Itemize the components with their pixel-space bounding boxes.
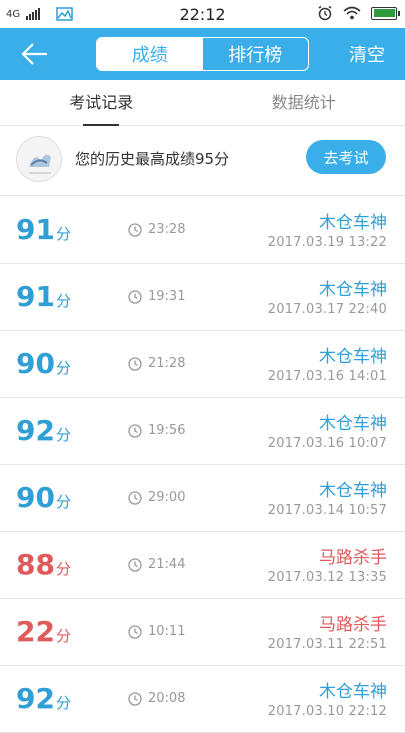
status-right <box>317 5 397 21</box>
clear-button[interactable]: 清空 <box>349 41 385 67</box>
score-unit: 分 <box>56 558 71 579</box>
record-duration: 20:08 <box>128 691 185 706</box>
tab-ranking[interactable]: 排行榜 <box>203 38 309 70</box>
record-date: 2017.03.16 14:01 <box>268 369 387 384</box>
record-duration: 21:44 <box>128 557 185 572</box>
avatar-image <box>17 137 62 182</box>
record-date: 2017.03.10 22:12 <box>268 704 387 719</box>
duration-value: 29:00 <box>148 490 185 505</box>
record-score: 91分 <box>16 280 71 313</box>
clock-icon <box>128 625 142 639</box>
score-value: 91 <box>16 280 55 313</box>
record-score: 91分 <box>16 213 71 246</box>
record-score: 92分 <box>16 682 71 715</box>
record-title: 马路杀手 <box>319 543 387 568</box>
record-duration: 19:56 <box>128 423 185 438</box>
record-title: 木仓车神 <box>319 409 387 434</box>
record-date: 2017.03.17 22:40 <box>268 302 387 317</box>
score-unit: 分 <box>56 290 71 311</box>
records-list: 91分23:28木仓车神2017.03.19 13:2291分19:31木仓车神… <box>0 197 405 733</box>
clock-icon <box>128 692 142 706</box>
record-score: 88分 <box>16 548 71 581</box>
record-date: 2017.03.16 10:07 <box>268 436 387 451</box>
best-score-text: 您的历史最高成绩95分 <box>75 148 229 169</box>
go-exam-button[interactable]: 去考试 <box>306 140 386 174</box>
record-duration: 10:11 <box>128 624 185 639</box>
segment-control: 成绩 排行榜 <box>96 37 309 71</box>
record-row[interactable]: 91分 19:31 木仓车神 2017.03.17 22:40 <box>0 264 405 331</box>
duration-value: 10:11 <box>148 624 185 639</box>
duration-value: 19:31 <box>148 289 185 304</box>
wifi-icon <box>343 6 361 20</box>
best-score-banner: 您的历史最高成绩95分 去考试 <box>0 126 405 196</box>
duration-value: 20:08 <box>148 691 185 706</box>
duration-value: 23:28 <box>148 222 185 237</box>
score-unit: 分 <box>56 625 71 646</box>
score-unit: 分 <box>56 692 71 713</box>
record-row[interactable]: 22分 10:11 马路杀手 2017.03.11 22:51 <box>0 599 405 666</box>
record-title: 木仓车神 <box>319 342 387 367</box>
record-title: 木仓车神 <box>319 208 387 233</box>
clock-icon <box>128 290 142 304</box>
record-title: 马路杀手 <box>319 610 387 635</box>
duration-value: 21:28 <box>148 356 185 371</box>
record-title: 木仓车神 <box>319 677 387 702</box>
duration-value: 21:44 <box>148 557 185 572</box>
battery-icon <box>371 7 397 20</box>
score-unit: 分 <box>56 424 71 445</box>
record-duration: 21:28 <box>128 356 185 371</box>
nav-bar: 成绩 排行榜 清空 <box>0 28 405 80</box>
clock-icon <box>128 491 142 505</box>
score-unit: 分 <box>56 223 71 244</box>
record-score: 22分 <box>16 615 71 648</box>
tab-scores[interactable]: 成绩 <box>97 38 203 70</box>
record-date: 2017.03.12 13:35 <box>268 570 387 585</box>
subtab-exam-records-label: 考试记录 <box>69 93 133 112</box>
score-unit: 分 <box>56 357 71 378</box>
record-row[interactable]: 92分 19:56 木仓车神 2017.03.16 10:07 <box>0 398 405 465</box>
record-score: 90分 <box>16 481 71 514</box>
subtab-statistics[interactable]: 数据统计 <box>203 80 405 125</box>
score-value: 22 <box>16 615 55 648</box>
record-row[interactable]: 91分 23:28 木仓车神 2017.03.19 13:22 <box>0 197 405 264</box>
subtab-statistics-label: 数据统计 <box>272 93 336 112</box>
score-value: 90 <box>16 347 55 380</box>
record-row[interactable]: 90分 21:28 木仓车神 2017.03.16 14:01 <box>0 331 405 398</box>
record-duration: 23:28 <box>128 222 185 237</box>
record-row[interactable]: 88分 21:44 马路杀手 2017.03.12 13:35 <box>0 532 405 599</box>
record-row[interactable]: 92分 20:08 木仓车神 2017.03.10 22:12 <box>0 666 405 733</box>
record-score: 92分 <box>16 414 71 447</box>
clock-icon <box>128 558 142 572</box>
score-unit: 分 <box>56 491 71 512</box>
record-date: 2017.03.19 13:22 <box>268 235 387 250</box>
record-date: 2017.03.14 10:57 <box>268 503 387 518</box>
back-arrow-icon[interactable] <box>20 40 50 68</box>
avatar[interactable] <box>16 136 62 182</box>
score-value: 91 <box>16 213 55 246</box>
record-title: 木仓车神 <box>319 476 387 501</box>
clock-icon <box>128 223 142 237</box>
status-bar: 4G 22:12 <box>0 0 405 28</box>
record-title: 木仓车神 <box>319 275 387 300</box>
record-date: 2017.03.11 22:51 <box>268 637 387 652</box>
record-duration: 29:00 <box>128 490 185 505</box>
subtabs: 考试记录 数据统计 <box>0 80 405 126</box>
score-value: 92 <box>16 414 55 447</box>
alarm-icon <box>317 5 333 21</box>
duration-value: 19:56 <box>148 423 185 438</box>
clock-icon <box>128 357 142 371</box>
score-value: 90 <box>16 481 55 514</box>
score-value: 88 <box>16 548 55 581</box>
score-value: 92 <box>16 682 55 715</box>
record-score: 90分 <box>16 347 71 380</box>
subtab-exam-records[interactable]: 考试记录 <box>0 80 203 125</box>
record-row[interactable]: 90分 29:00 木仓车神 2017.03.14 10:57 <box>0 465 405 532</box>
record-duration: 19:31 <box>128 289 185 304</box>
clock-icon <box>128 424 142 438</box>
